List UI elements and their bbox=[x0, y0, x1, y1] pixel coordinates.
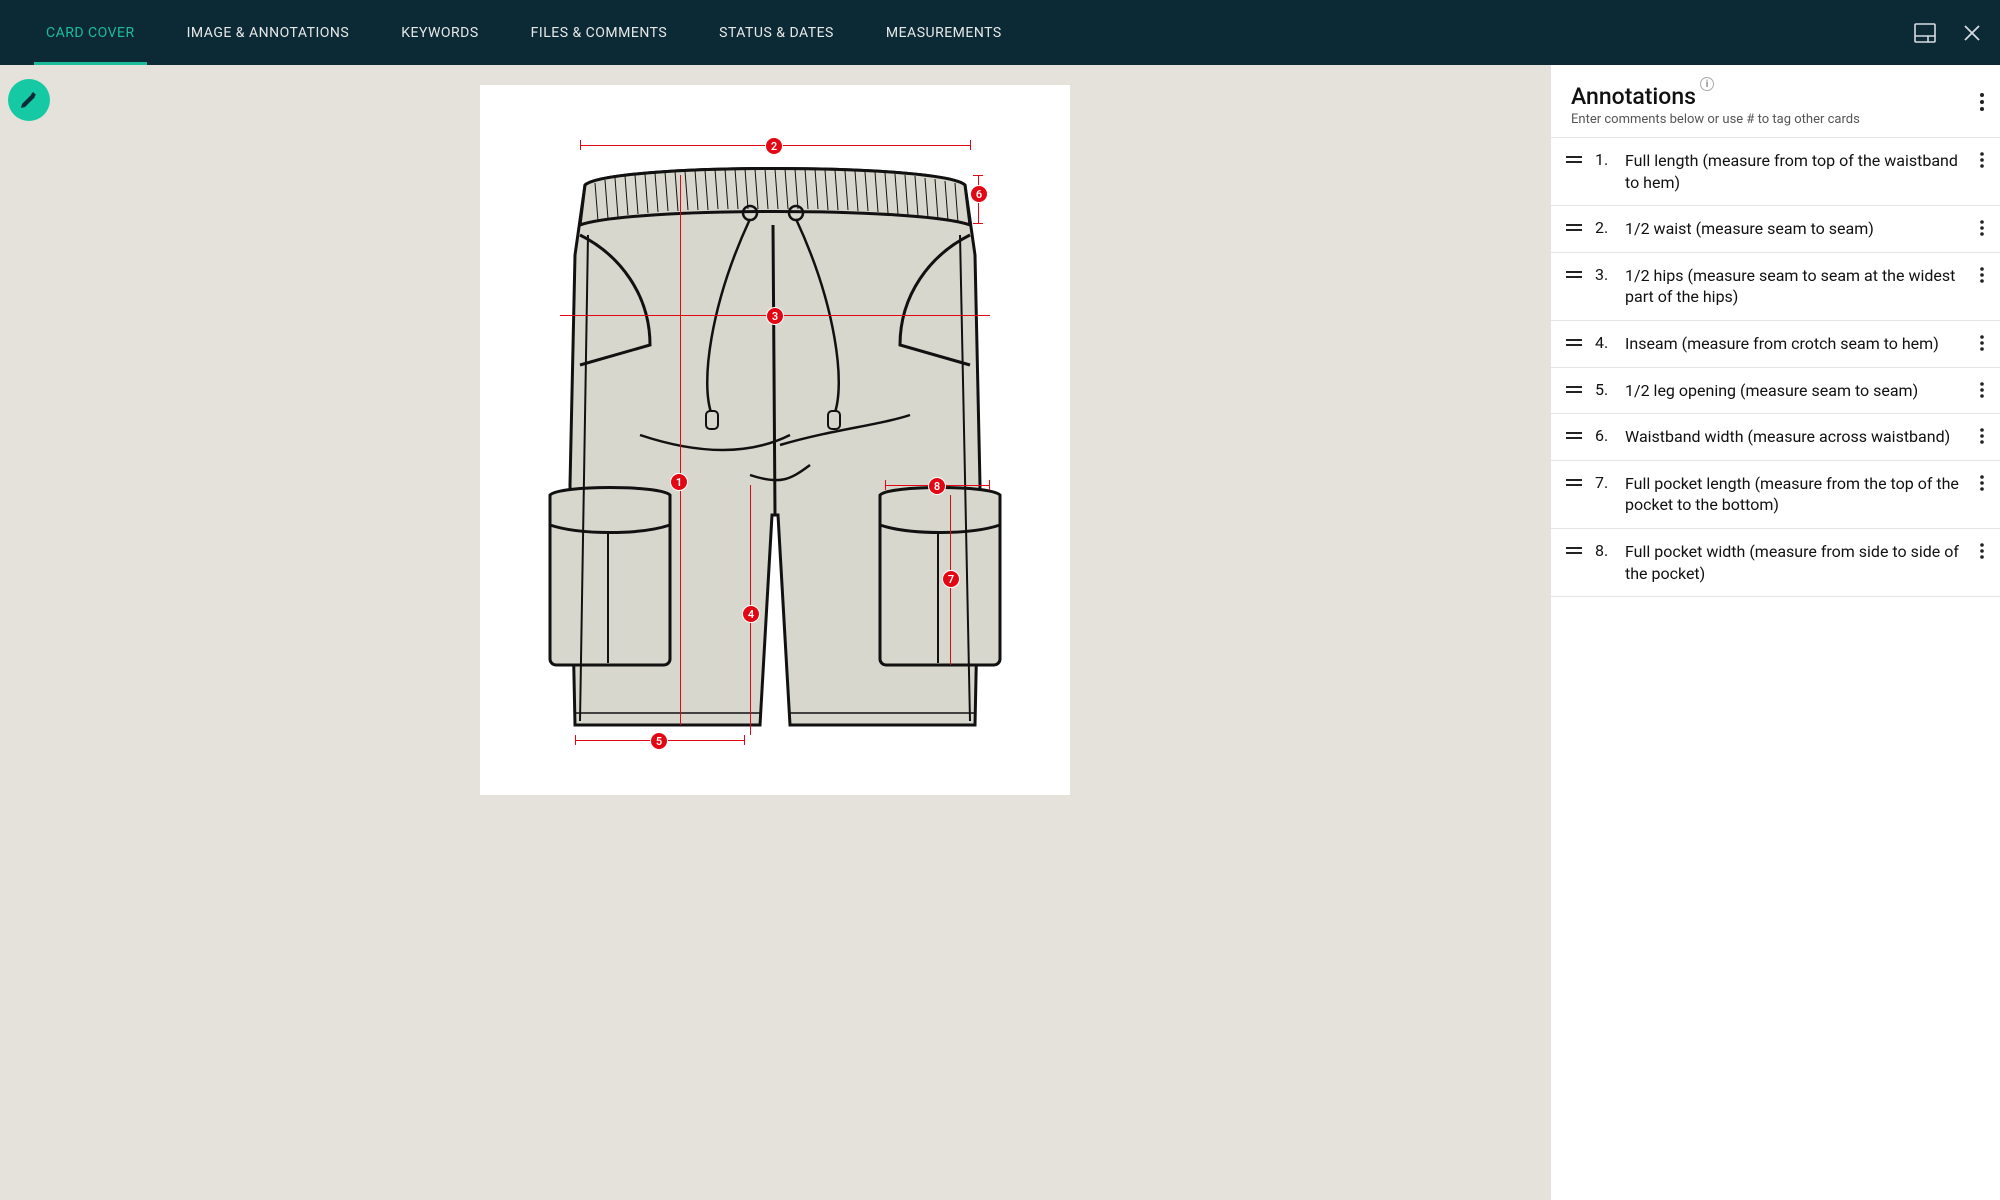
more-vertical-icon bbox=[1980, 428, 1984, 444]
annotation-number: 8. bbox=[1595, 541, 1613, 560]
layout-icon[interactable] bbox=[1914, 23, 1936, 43]
annotation-text: Waistband width (measure across waistban… bbox=[1625, 426, 1986, 448]
annotation-text: 1/2 waist (measure seam to seam) bbox=[1625, 218, 1986, 240]
more-vertical-icon bbox=[1980, 335, 1984, 351]
main-area: 1 2 3 4 5 6 7 8 Annotations i Enter comm… bbox=[0, 65, 2000, 1200]
tab-strip: CARD COVER IMAGE & ANNOTATIONS KEYWORDS … bbox=[20, 0, 1028, 65]
annotations-list: 1. Full length (measure from top of the … bbox=[1551, 137, 2000, 1200]
drag-handle-icon[interactable] bbox=[1565, 156, 1583, 163]
annotation-text: Full pocket length (measure from the top… bbox=[1625, 473, 1986, 516]
drag-handle-icon[interactable] bbox=[1565, 224, 1583, 231]
tab-card-cover[interactable]: CARD COVER bbox=[20, 0, 161, 65]
annotation-row[interactable]: 5. 1/2 leg opening (measure seam to seam… bbox=[1551, 368, 2000, 415]
annotation-number: 4. bbox=[1595, 333, 1613, 352]
annotation-marker-5[interactable]: 5 bbox=[650, 732, 668, 750]
tab-files-comments[interactable]: FILES & COMMENTS bbox=[505, 0, 694, 65]
annotation-menu-button[interactable] bbox=[1980, 152, 1984, 168]
more-vertical-icon bbox=[1980, 220, 1984, 236]
sidebar-header: Annotations i Enter comments below or us… bbox=[1551, 65, 2000, 137]
more-vertical-icon bbox=[1980, 152, 1984, 168]
annotation-row[interactable]: 2. 1/2 waist (measure seam to seam) bbox=[1551, 206, 2000, 253]
annotation-text: Full length (measure from top of the wai… bbox=[1625, 150, 1986, 193]
annotation-number: 2. bbox=[1595, 218, 1613, 237]
tab-label: STATUS & DATES bbox=[719, 25, 834, 41]
annotation-marker-4[interactable]: 4 bbox=[742, 605, 760, 623]
annotation-menu-button[interactable] bbox=[1980, 543, 1984, 559]
more-vertical-icon bbox=[1980, 267, 1984, 283]
close-icon[interactable] bbox=[1964, 25, 1980, 41]
tab-label: FILES & COMMENTS bbox=[531, 25, 668, 41]
annotation-marker-8[interactable]: 8 bbox=[928, 477, 946, 495]
annotation-marker-1[interactable]: 1 bbox=[670, 473, 688, 491]
canvas-area: 1 2 3 4 5 6 7 8 bbox=[0, 65, 1550, 1200]
annotation-menu-button[interactable] bbox=[1980, 267, 1984, 283]
annotation-row[interactable]: 8. Full pocket width (measure from side … bbox=[1551, 529, 2000, 597]
pencil-icon bbox=[19, 90, 39, 110]
annotation-marker-6[interactable]: 6 bbox=[970, 185, 988, 203]
tab-label: IMAGE & ANNOTATIONS bbox=[187, 25, 350, 41]
annotation-menu-button[interactable] bbox=[1980, 382, 1984, 398]
annotation-menu-button[interactable] bbox=[1980, 475, 1984, 491]
annotation-menu-button[interactable] bbox=[1980, 428, 1984, 444]
info-icon[interactable]: i bbox=[1700, 77, 1714, 91]
drag-handle-icon[interactable] bbox=[1565, 339, 1583, 346]
annotation-row[interactable]: 4. Inseam (measure from crotch seam to h… bbox=[1551, 321, 2000, 368]
more-vertical-icon bbox=[1980, 93, 1984, 111]
tab-status-dates[interactable]: STATUS & DATES bbox=[693, 0, 860, 65]
annotation-marker-3[interactable]: 3 bbox=[766, 307, 784, 325]
more-vertical-icon bbox=[1980, 543, 1984, 559]
more-vertical-icon bbox=[1980, 382, 1984, 398]
annotation-number: 7. bbox=[1595, 473, 1613, 492]
tab-keywords[interactable]: KEYWORDS bbox=[375, 0, 504, 65]
drag-handle-icon[interactable] bbox=[1565, 547, 1583, 554]
annotation-text: 1/2 hips (measure seam to seam at the wi… bbox=[1625, 265, 1986, 308]
tab-image-annotations[interactable]: IMAGE & ANNOTATIONS bbox=[161, 0, 376, 65]
design-canvas[interactable]: 1 2 3 4 5 6 7 8 bbox=[480, 85, 1070, 795]
drag-handle-icon[interactable] bbox=[1565, 479, 1583, 486]
tab-measurements[interactable]: MEASUREMENTS bbox=[860, 0, 1028, 65]
tab-label: MEASUREMENTS bbox=[886, 25, 1002, 41]
annotation-text: Inseam (measure from crotch seam to hem) bbox=[1625, 333, 1986, 355]
drag-handle-icon[interactable] bbox=[1565, 271, 1583, 278]
sidebar-title: Annotations i bbox=[1571, 83, 1714, 110]
header-bar: CARD COVER IMAGE & ANNOTATIONS KEYWORDS … bbox=[0, 0, 2000, 65]
annotation-number: 5. bbox=[1595, 380, 1613, 399]
edit-button[interactable] bbox=[8, 79, 50, 121]
annotations-sidebar: Annotations i Enter comments below or us… bbox=[1550, 65, 2000, 1200]
sidebar-menu-button[interactable] bbox=[1980, 93, 1984, 111]
measure-line-1 bbox=[680, 175, 681, 725]
annotation-menu-button[interactable] bbox=[1980, 220, 1984, 236]
drag-handle-icon[interactable] bbox=[1565, 432, 1583, 439]
annotation-marker-7[interactable]: 7 bbox=[942, 570, 960, 588]
header-right bbox=[1914, 0, 1980, 65]
annotation-marker-2[interactable]: 2 bbox=[765, 137, 783, 155]
drag-handle-icon[interactable] bbox=[1565, 386, 1583, 393]
tab-label: CARD COVER bbox=[46, 25, 135, 41]
annotation-row[interactable]: 7. Full pocket length (measure from the … bbox=[1551, 461, 2000, 529]
annotation-number: 6. bbox=[1595, 426, 1613, 445]
annotation-number: 1. bbox=[1595, 150, 1613, 169]
annotation-menu-button[interactable] bbox=[1980, 335, 1984, 351]
annotation-row[interactable]: 1. Full length (measure from top of the … bbox=[1551, 137, 2000, 206]
annotation-text: 1/2 leg opening (measure seam to seam) bbox=[1625, 380, 1986, 402]
sidebar-subtitle: Enter comments below or use # to tag oth… bbox=[1571, 112, 1980, 127]
more-vertical-icon bbox=[1980, 475, 1984, 491]
annotation-number: 3. bbox=[1595, 265, 1613, 284]
tab-label: KEYWORDS bbox=[401, 25, 478, 41]
annotation-text: Full pocket width (measure from side to … bbox=[1625, 541, 1986, 584]
annotation-row[interactable]: 3. 1/2 hips (measure seam to seam at the… bbox=[1551, 253, 2000, 321]
annotation-row[interactable]: 6. Waistband width (measure across waist… bbox=[1551, 414, 2000, 461]
